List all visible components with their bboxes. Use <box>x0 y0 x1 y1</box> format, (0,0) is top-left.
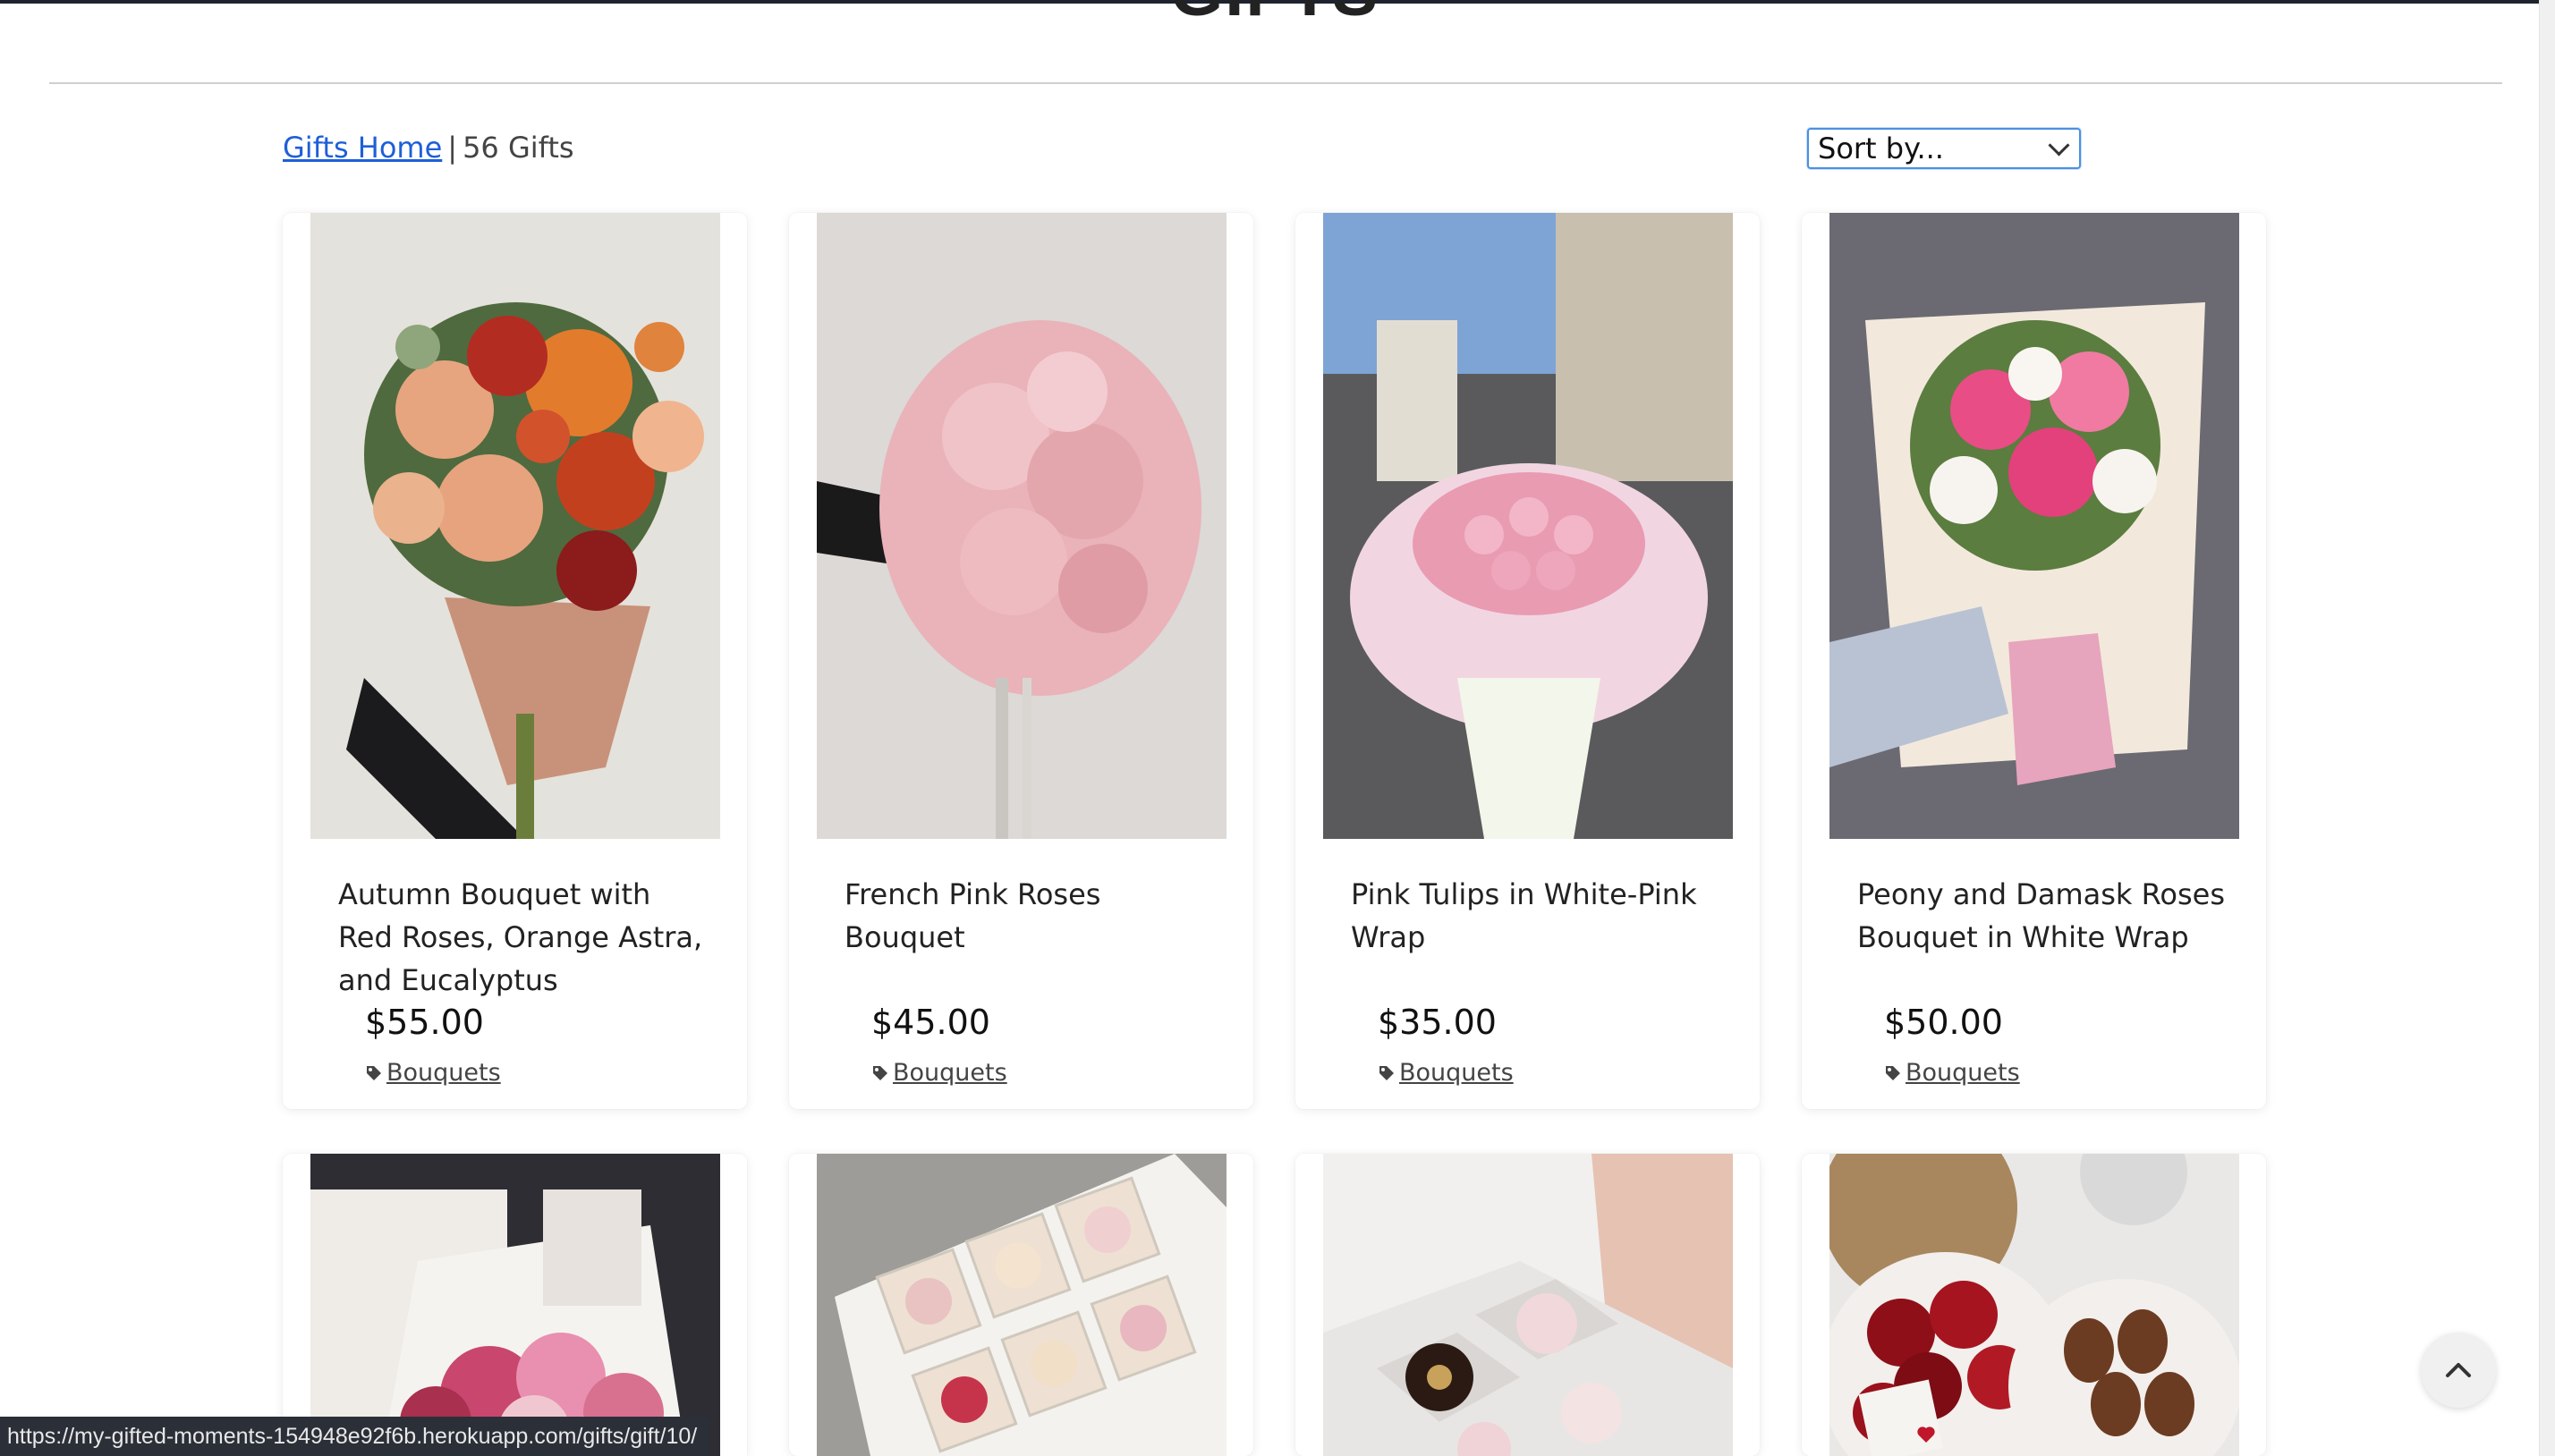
chevron-down-icon <box>2048 133 2070 157</box>
product-card[interactable]: Pink Tulips in White-Pink Wrap $35.00 Bo… <box>1295 213 1760 1109</box>
title-divider <box>49 82 2502 84</box>
breadcrumb-separator: | <box>447 131 458 165</box>
tag-icon <box>367 1065 381 1080</box>
product-name[interactable]: French Pink Roses Bouquet <box>845 873 1220 959</box>
product-category-label: Bouquets <box>1399 1059 1514 1087</box>
product-category-label: Bouquets <box>893 1059 1007 1087</box>
status-bar-url: https://my-gifted-moments-154948e92f6b.h… <box>0 1417 710 1456</box>
product-image[interactable] <box>310 213 720 839</box>
product-card[interactable] <box>1802 1154 2266 1456</box>
product-image[interactable] <box>1323 213 1733 839</box>
tag-icon <box>873 1065 887 1080</box>
tag-icon <box>1379 1065 1394 1080</box>
product-card[interactable] <box>1295 1154 1760 1456</box>
product-price: $45.00 <box>871 1003 990 1042</box>
tag-icon <box>1886 1065 1900 1080</box>
product-name[interactable]: Pink Tulips in White-Pink Wrap <box>1351 873 1727 959</box>
product-image[interactable] <box>817 213 1227 839</box>
product-image[interactable] <box>310 1154 720 1456</box>
product-card[interactable]: Autumn Bouquet with Red Roses, Orange As… <box>283 213 747 1109</box>
product-category-link[interactable]: Bouquets <box>365 1059 501 1087</box>
scroll-to-top-button[interactable] <box>2421 1333 2496 1408</box>
product-price: $50.00 <box>1884 1003 2003 1042</box>
scrollbar[interactable] <box>2539 0 2555 1456</box>
product-category-link[interactable]: Bouquets <box>1378 1059 1514 1087</box>
product-image[interactable] <box>1829 1154 2239 1456</box>
product-price: $35.00 <box>1378 1003 1497 1042</box>
product-image[interactable] <box>1829 213 2239 839</box>
product-category-label: Bouquets <box>386 1059 501 1087</box>
product-image[interactable] <box>1323 1154 1733 1456</box>
product-name[interactable]: Autumn Bouquet with Red Roses, Orange As… <box>338 873 714 1002</box>
product-category-link[interactable]: Bouquets <box>871 1059 1007 1087</box>
sort-select[interactable]: Sort by... <box>1807 128 2081 169</box>
product-card[interactable]: French Pink Roses Bouquet $45.00 Bouquet… <box>789 213 1253 1109</box>
product-price: $55.00 <box>365 1003 484 1042</box>
product-card[interactable] <box>283 1154 747 1456</box>
page-title: GIFTS <box>0 0 2550 31</box>
product-card[interactable] <box>789 1154 1253 1456</box>
product-category-label: Bouquets <box>1906 1059 2020 1087</box>
product-category-link[interactable]: Bouquets <box>1884 1059 2020 1087</box>
chevron-up-icon <box>2446 1363 2471 1377</box>
sort-selected-value: Sort by... <box>1818 131 1944 165</box>
gift-count: 56 Gifts <box>463 131 574 165</box>
breadcrumb: Gifts Home | 56 Gifts <box>283 131 574 165</box>
product-name[interactable]: Peony and Damask Roses Bouquet in White … <box>1857 873 2233 959</box>
product-card[interactable]: Peony and Damask Roses Bouquet in White … <box>1802 213 2266 1109</box>
product-image[interactable] <box>817 1154 1227 1456</box>
gifts-home-link[interactable]: Gifts Home <box>283 131 442 165</box>
